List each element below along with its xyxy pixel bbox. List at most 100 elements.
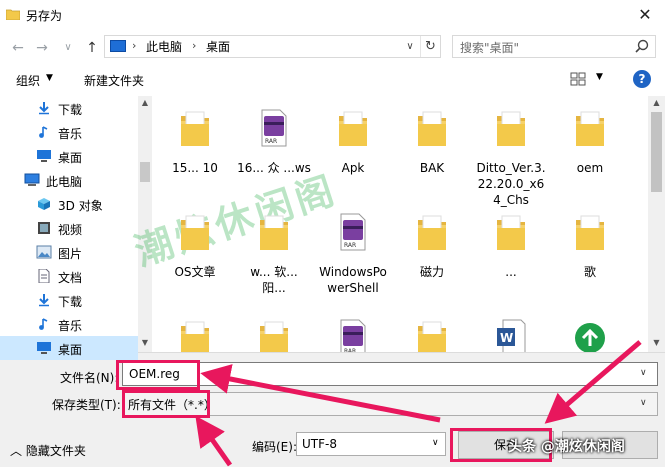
svg-text:W: W — [500, 331, 513, 345]
filetype-label: 保存类型(T): — [52, 398, 121, 412]
file-name: WindowsPowerShell — [319, 265, 387, 295]
pictures-icon — [36, 245, 52, 259]
organize-menu[interactable]: 组织 — [16, 72, 40, 89]
file-name: OS文章 — [174, 265, 216, 279]
folder-icon — [179, 108, 211, 148]
file-item[interactable]: Apk — [316, 108, 390, 198]
chevron-down-icon: ∨ — [432, 438, 439, 448]
highlight-box — [122, 390, 210, 418]
back-button[interactable]: ← — [8, 38, 28, 58]
sidebar-item[interactable]: 下载 — [0, 288, 138, 312]
download-icon — [36, 101, 52, 115]
sidebar-item[interactable]: 3D 对象 — [0, 192, 138, 216]
close-button[interactable]: ✕ — [628, 2, 662, 28]
file-name: 15... 10 — [172, 161, 218, 175]
scroll-down-icon[interactable]: ▼ — [138, 338, 152, 350]
highlight-box — [116, 360, 200, 390]
file-item[interactable] — [158, 318, 232, 352]
file-item[interactable]: W — [474, 318, 548, 352]
folder-icon — [258, 318, 290, 352]
chevron-down-icon: ▼ — [46, 73, 53, 83]
file-name: 磁力 — [419, 265, 444, 279]
sidebar-item[interactable]: 视频 — [0, 216, 138, 240]
recent-locations-button[interactable]: ∨ — [58, 38, 78, 58]
file-item[interactable] — [553, 318, 627, 352]
file-item[interactable]: 磁力 — [395, 212, 469, 302]
sidebar-item-label: 桌面 — [58, 151, 83, 165]
file-item[interactable] — [395, 318, 469, 352]
breadcrumb-desktop[interactable]: 桌面 — [206, 38, 230, 55]
file-item[interactable]: 15... 10 — [158, 108, 232, 198]
sidebar-item[interactable]: 桌面 — [0, 336, 138, 360]
view-options-icon[interactable] — [570, 72, 586, 86]
filename-field[interactable] — [122, 362, 658, 386]
scroll-down-icon[interactable]: ▼ — [648, 338, 665, 350]
breadcrumb-this-pc[interactable]: 此电脑 — [146, 38, 182, 55]
computer-icon — [24, 173, 40, 187]
file-name: BAK — [419, 161, 445, 175]
refresh-button[interactable]: ↻ — [420, 36, 440, 57]
chevron-down-icon[interactable]: ▼ — [596, 72, 603, 82]
file-item[interactable]: oem — [553, 108, 627, 198]
sidebar-item[interactable]: 音乐 — [0, 312, 138, 336]
file-name: Apk — [341, 161, 365, 175]
scroll-up-icon[interactable]: ▲ — [138, 98, 152, 110]
sidebar-item-label: 音乐 — [58, 127, 83, 141]
hide-folders-toggle[interactable]: ︿ 隐藏文件夹 — [10, 442, 86, 459]
file-item[interactable]: ... — [474, 212, 548, 302]
documents-icon — [36, 268, 52, 284]
folder-icon — [574, 108, 606, 148]
file-name: w... 软... 阳... — [250, 265, 298, 295]
breadcrumb-separator: › — [132, 39, 137, 52]
folder-icon — [495, 108, 527, 148]
sidebar-item[interactable]: 下载 — [0, 96, 138, 120]
file-name: Ditto_Ver.3.22.20.0_x64_Chs — [476, 161, 546, 207]
sidebar-item-label: 文档 — [58, 271, 83, 285]
file-list-scroll-thumb[interactable] — [651, 112, 662, 192]
folder-icon — [495, 212, 527, 252]
folder-icon — [179, 318, 211, 352]
file-item[interactable]: RAR — [316, 318, 390, 352]
new-folder-button[interactable]: 新建文件夹 — [84, 72, 144, 89]
address-dropdown-button[interactable]: ∨ — [400, 36, 420, 57]
forward-button[interactable]: → — [32, 38, 52, 58]
app-icon — [574, 318, 606, 352]
encoding-value: UTF-8 — [302, 437, 337, 451]
brand-watermark: 头条 @潮炫休闲阁 — [508, 439, 625, 455]
computer-icon — [110, 40, 126, 52]
chevron-down-icon: ∨ — [640, 398, 647, 408]
search-placeholder: 搜索"桌面" — [460, 41, 520, 55]
folder-icon — [416, 212, 448, 252]
nav-scroll-thumb[interactable] — [140, 162, 150, 182]
file-item[interactable]: RAR 16... 众 ...ws — [237, 108, 311, 198]
up-button[interactable]: ↑ — [82, 38, 102, 58]
folder-icon — [258, 212, 290, 252]
download-icon — [36, 293, 52, 307]
file-item[interactable]: OS文章 — [158, 212, 232, 302]
file-item[interactable] — [237, 318, 311, 352]
file-item[interactable]: Ditto_Ver.3.22.20.0_x64_Chs — [474, 108, 548, 207]
file-item[interactable]: BAK — [395, 108, 469, 198]
file-item[interactable]: 歌 — [553, 212, 627, 302]
sidebar-item[interactable]: 文档 — [0, 264, 138, 288]
folder-icon — [179, 212, 211, 252]
search-icon[interactable] — [634, 38, 650, 54]
file-name: ... — [505, 265, 517, 279]
help-button[interactable]: ? — [633, 70, 651, 88]
folder-icon — [337, 108, 369, 148]
sidebar-item-label: 3D 对象 — [58, 199, 103, 213]
sidebar-item-label: 桌面 — [58, 343, 83, 357]
sidebar-item[interactable]: 此电脑 — [0, 168, 138, 192]
chevron-down-icon[interactable]: ∨ — [640, 368, 647, 378]
sidebar-item[interactable]: 图片 — [0, 240, 138, 264]
breadcrumb-separator: › — [192, 39, 197, 52]
file-item[interactable]: w... 软... 阳... — [237, 212, 311, 302]
sidebar-item[interactable]: 桌面 — [0, 144, 138, 168]
folder-icon — [416, 108, 448, 148]
scroll-up-icon[interactable]: ▲ — [648, 98, 665, 110]
sidebar-item[interactable]: 音乐 — [0, 120, 138, 144]
file-item[interactable]: RAR WindowsPowerShell — [316, 212, 390, 302]
folder-icon — [416, 318, 448, 352]
filename-label: 文件名(N): — [60, 371, 119, 385]
sidebar-item-label: 图片 — [58, 247, 83, 261]
